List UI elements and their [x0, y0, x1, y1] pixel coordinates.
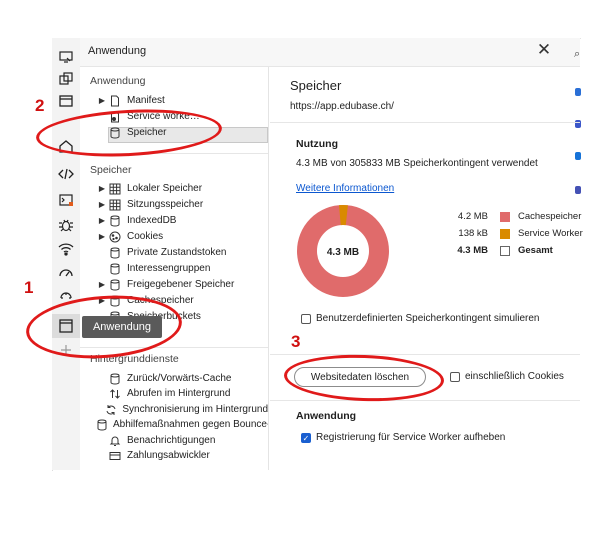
- console-icon[interactable]: [58, 192, 74, 208]
- main-divider-3: [270, 400, 580, 401]
- cookie-icon: [108, 231, 122, 244]
- card-icon: [108, 450, 122, 463]
- database-icon: [96, 419, 108, 432]
- sidebar-section-anwendung: Anwendung: [90, 75, 146, 87]
- database-icon: [108, 215, 122, 228]
- sidebar-item-freigegebener-speicher[interactable]: ▶ Freigegebener Speicher: [96, 277, 268, 293]
- device-mode-icon[interactable]: [58, 49, 74, 65]
- database-icon: [108, 247, 122, 260]
- updown-icon: [108, 388, 122, 401]
- bug-icon[interactable]: [58, 217, 74, 233]
- sidebar-item-interessengruppen[interactable]: Interessengruppen: [96, 261, 268, 277]
- close-icon[interactable]: ✕: [534, 39, 554, 61]
- search-icon[interactable]: ⌕: [574, 48, 580, 61]
- grid-icon: [108, 183, 122, 196]
- sidebar-item-private-zustandstoken[interactable]: Private Zustandstoken: [96, 245, 268, 261]
- grid-icon: [108, 199, 122, 212]
- wifi-icon[interactable]: [58, 241, 74, 257]
- database-icon: [108, 372, 122, 385]
- window-icon[interactable]: [58, 93, 74, 109]
- legend-swatch-cache: [500, 212, 510, 222]
- usage-legend: 4.2 MB Cachespeicher 138 kB Service Work…: [446, 210, 583, 260]
- annotation-number-3: 3: [291, 332, 301, 351]
- legend-swatch-total: [500, 246, 510, 256]
- sidebar-item-zurück-vorwärts-cache[interactable]: Zurück/Vorwärts-Cache: [96, 371, 268, 387]
- sync-icon: [105, 403, 117, 416]
- sidebar-item-sitzungsspeicher[interactable]: ▶ Sitzungsspeicher: [96, 197, 268, 213]
- bell-icon: [108, 434, 122, 447]
- copy-windows-icon[interactable]: [58, 71, 74, 87]
- annotation-number-2: 2: [35, 96, 45, 115]
- custom-quota-label: Benutzerdefinierten Speicherkontingent s…: [316, 313, 540, 324]
- database-icon: [108, 263, 122, 276]
- main-divider-2: [270, 354, 580, 355]
- database-icon: [108, 279, 122, 292]
- usage-donut-chart: 4.3 MB: [297, 205, 389, 297]
- page-title: Speicher: [290, 78, 342, 93]
- sidebar-item-indexeddb[interactable]: ▶ IndexedDB: [96, 213, 268, 229]
- donut-center-label: 4.3 MB: [327, 247, 359, 258]
- usage-heading: Nutzung: [296, 138, 338, 150]
- sidebar-item-lokaler-speicher[interactable]: ▶ Lokaler Speicher: [96, 181, 268, 197]
- app-section-heading: Anwendung: [296, 410, 357, 422]
- activity-bar: [52, 38, 81, 470]
- code-icon[interactable]: [58, 166, 74, 182]
- sidebar-item-synchronisierung-im-hintergrund[interactable]: Synchronisierung im Hintergrund: [96, 402, 268, 418]
- main-divider: [270, 122, 580, 123]
- more-info-link[interactable]: Weitere Informationen: [296, 183, 394, 194]
- unregister-sw-checkbox[interactable]: ✓: [301, 433, 311, 443]
- sidebar-section-speicher: Speicher: [90, 164, 132, 176]
- background-services-tree: Zurück/Vorwärts-Cache Abrufen im Hintergr…: [96, 371, 268, 464]
- origin-url: https://app.edubase.ch/: [290, 101, 394, 112]
- legend-swatch-service-worker: [500, 229, 510, 239]
- sidebar-item-abrufen-im-hintergrund[interactable]: Abrufen im Hintergrund: [96, 387, 268, 403]
- file-icon: [108, 95, 122, 108]
- sidebar-item-cookies[interactable]: ▶ Cookies: [96, 229, 268, 245]
- title-bar: [80, 38, 580, 67]
- sidebar-item-benachrichtigungen[interactable]: Benachrichtigungen: [96, 433, 268, 449]
- sidebar-item-manifest[interactable]: ▶ Manifest: [96, 93, 268, 109]
- include-cookies-checkbox[interactable]: [450, 372, 460, 382]
- edge-outlook-icon: [575, 152, 581, 160]
- sidebar-item-abhilfemaßnahmen-gegen-bounce-tracking[interactable]: Abhilfemaßnahmen gegen Bounce-Tracking: [96, 418, 268, 434]
- include-cookies-label: einschließlich Cookies: [465, 371, 564, 382]
- performance-icon[interactable]: [58, 265, 74, 281]
- legend-row-total: 4.3 MB Gesamt: [457, 245, 553, 256]
- legend-row-cache: 4.2 MB Cachespeicher: [457, 211, 582, 222]
- quota-text: 4.3 MB von 305833 MB Speicherkontingent …: [296, 158, 538, 169]
- window-title: Anwendung: [88, 45, 147, 57]
- annotation-number-1: 1: [24, 278, 34, 297]
- sidebar-item-zahlungsabwickler[interactable]: Zahlungsabwickler: [96, 449, 268, 465]
- edge-blue-icon: [575, 88, 581, 96]
- unregister-sw-label: Registrierung für Service Worker aufhebe…: [316, 432, 506, 443]
- custom-quota-checkbox[interactable]: [301, 314, 311, 324]
- edge-teams-icon: [575, 186, 581, 194]
- legend-row-service-worker: 138 kB Service Worker: [458, 228, 583, 239]
